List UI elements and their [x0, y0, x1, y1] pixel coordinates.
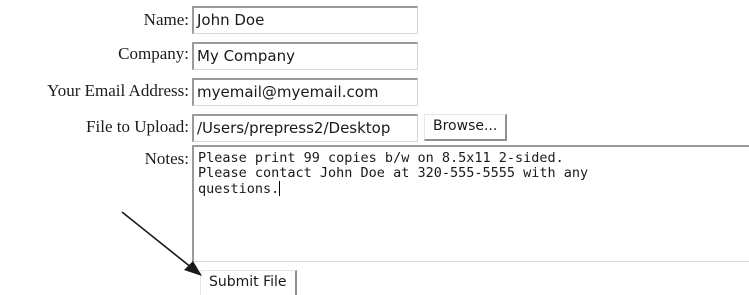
arrow-icon [121, 211, 202, 276]
